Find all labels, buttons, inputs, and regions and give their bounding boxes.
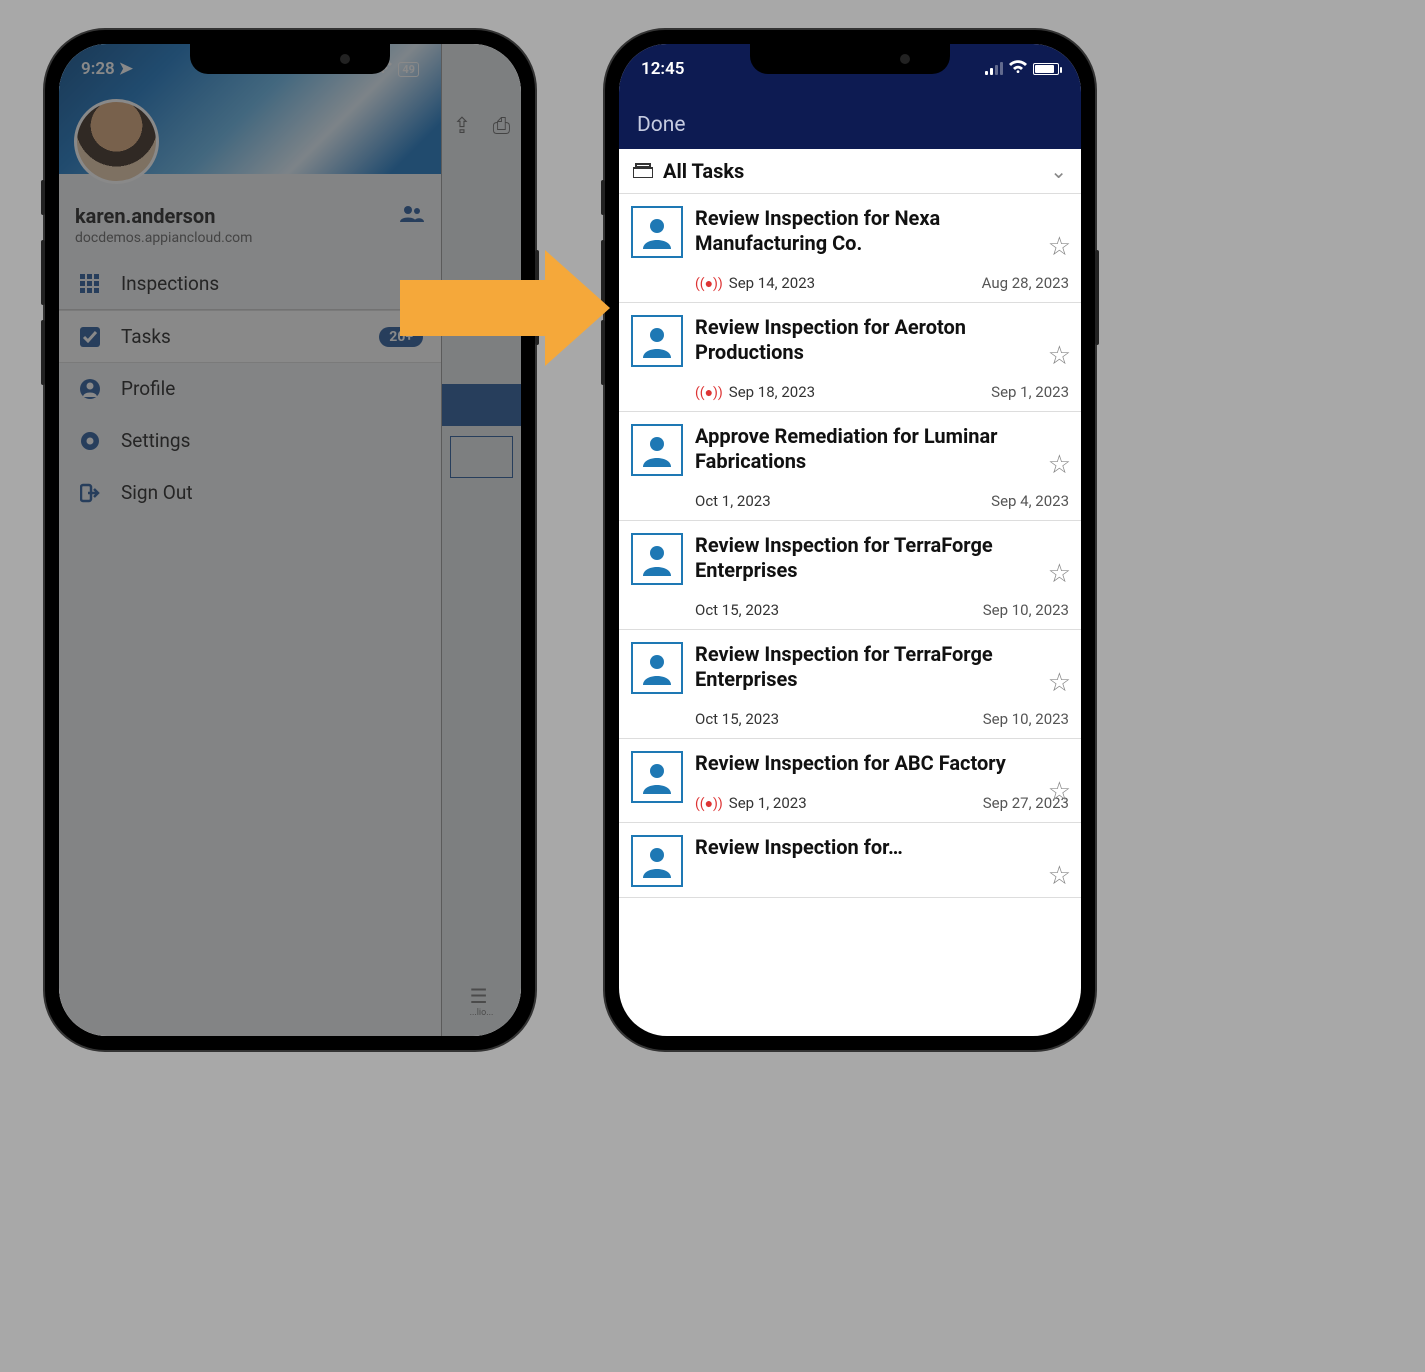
task-title: Review Inspection for Nexa Manufacturing… xyxy=(695,206,1069,256)
task-item[interactable]: Review Inspection for Aeroton Production… xyxy=(619,303,1081,412)
task-due-date: Oct 15, 2023 xyxy=(695,601,779,619)
chevron-down-icon: ⌄ xyxy=(1050,159,1067,183)
menu-item-settings[interactable]: Settings xyxy=(59,415,441,467)
menu-label: Settings xyxy=(121,429,190,452)
grid-icon xyxy=(77,274,103,294)
task-title: Approve Remediation for Luminar Fabricat… xyxy=(695,424,1069,474)
menu-item-inspections[interactable]: Inspections › xyxy=(59,258,441,310)
task-thumbnail xyxy=(631,206,683,258)
task-item[interactable]: Review Inspection for ABC Factory ((●)) S… xyxy=(619,739,1081,823)
task-item[interactable]: Review Inspection for TerraForge Enterpr… xyxy=(619,630,1081,739)
urgent-icon: ((●)) xyxy=(695,795,723,812)
task-thumbnail xyxy=(631,835,683,887)
task-due-date: Sep 1, 2023 xyxy=(729,794,807,812)
battery-level: 49 xyxy=(398,62,419,77)
battery-icon xyxy=(1033,63,1059,75)
task-thumbnail xyxy=(631,642,683,694)
phone-right: 12:45 Done All Tasks ⌄ Review Inspectio xyxy=(605,30,1095,1050)
user-domain: docdemos.appiancloud.com xyxy=(75,230,425,246)
star-icon[interactable]: ☆ xyxy=(1048,341,1071,371)
print-icon: ⎙ xyxy=(493,114,511,139)
task-received-date: Sep 1, 2023 xyxy=(991,383,1069,401)
gear-icon xyxy=(77,431,103,451)
nav-drawer: 9:28 ➤ 49 karen.anderson docdemos.appian… xyxy=(59,44,441,1036)
menu-label: Sign Out xyxy=(121,481,193,504)
done-button[interactable]: Done xyxy=(619,113,1081,149)
urgent-icon: ((●)) xyxy=(695,384,723,401)
task-due-date: Sep 18, 2023 xyxy=(729,383,815,401)
menu-item-profile[interactable]: Profile xyxy=(59,363,441,415)
task-title: Review Inspection for TerraForge Enterpr… xyxy=(695,642,1069,692)
task-title: Review Inspection for TerraForge Enterpr… xyxy=(695,533,1069,583)
task-item[interactable]: Review Inspection for Nexa Manufacturing… xyxy=(619,194,1081,303)
avatar[interactable] xyxy=(74,99,159,184)
task-due-date: Sep 14, 2023 xyxy=(729,274,815,292)
task-title: Review Inspection for… xyxy=(695,835,1069,860)
menu-item-signout[interactable]: Sign Out xyxy=(59,467,441,519)
task-received-date: Sep 4, 2023 xyxy=(991,492,1069,510)
group-icon[interactable] xyxy=(399,204,425,229)
task-received-date: Aug 28, 2023 xyxy=(982,274,1069,292)
star-icon[interactable]: ☆ xyxy=(1048,559,1071,589)
background-pane: ⇪ ⎙ ☰...lio... xyxy=(441,44,521,1036)
stack-icon xyxy=(633,159,653,183)
task-thumbnail xyxy=(631,533,683,585)
task-thumbnail xyxy=(631,315,683,367)
wifi-icon xyxy=(1009,59,1027,79)
star-icon[interactable]: ☆ xyxy=(1048,777,1071,807)
task-title: Review Inspection for ABC Factory xyxy=(695,751,1069,776)
task-due-date: Oct 15, 2023 xyxy=(695,710,779,728)
task-thumbnail xyxy=(631,751,683,803)
signout-icon xyxy=(77,483,103,503)
signal-icon xyxy=(985,63,1003,75)
menu-label: Tasks xyxy=(121,325,171,348)
transition-arrow xyxy=(400,280,545,336)
star-icon[interactable]: ☆ xyxy=(1048,232,1071,262)
task-item[interactable]: Review Inspection for TerraForge Enterpr… xyxy=(619,521,1081,630)
task-received-date: Sep 10, 2023 xyxy=(983,601,1069,619)
status-time: 9:28 xyxy=(81,59,115,79)
person-icon xyxy=(77,379,103,399)
filter-label: All Tasks xyxy=(663,159,744,183)
urgent-icon: ((●)) xyxy=(695,275,723,292)
checkbox-icon xyxy=(77,327,103,347)
task-list[interactable]: Review Inspection for Nexa Manufacturing… xyxy=(619,194,1081,898)
status-time: 12:45 xyxy=(641,59,684,79)
task-thumbnail xyxy=(631,424,683,476)
phone-left: ⇪ ⎙ ☰...lio... 9:28 ➤ 49 xyxy=(45,30,535,1050)
task-received-date: Sep 10, 2023 xyxy=(983,710,1069,728)
task-item[interactable]: Review Inspection for… ☆ xyxy=(619,823,1081,898)
menu-label: Profile xyxy=(121,377,175,400)
task-title: Review Inspection for Aeroton Production… xyxy=(695,315,1069,365)
menu-label: Inspections xyxy=(121,272,219,295)
hamburger-icon: ☰...lio... xyxy=(470,984,494,1018)
share-icon: ⇪ xyxy=(453,114,471,139)
username: karen.anderson xyxy=(75,204,425,228)
task-item[interactable]: Approve Remediation for Luminar Fabricat… xyxy=(619,412,1081,521)
location-icon: ➤ xyxy=(119,59,133,79)
task-due-date: Oct 1, 2023 xyxy=(695,492,771,510)
star-icon[interactable]: ☆ xyxy=(1048,668,1071,698)
star-icon[interactable]: ☆ xyxy=(1048,450,1071,480)
star-icon[interactable]: ☆ xyxy=(1048,861,1071,891)
menu-item-tasks[interactable]: Tasks 20+ xyxy=(59,310,441,363)
task-filter-dropdown[interactable]: All Tasks ⌄ xyxy=(619,149,1081,194)
